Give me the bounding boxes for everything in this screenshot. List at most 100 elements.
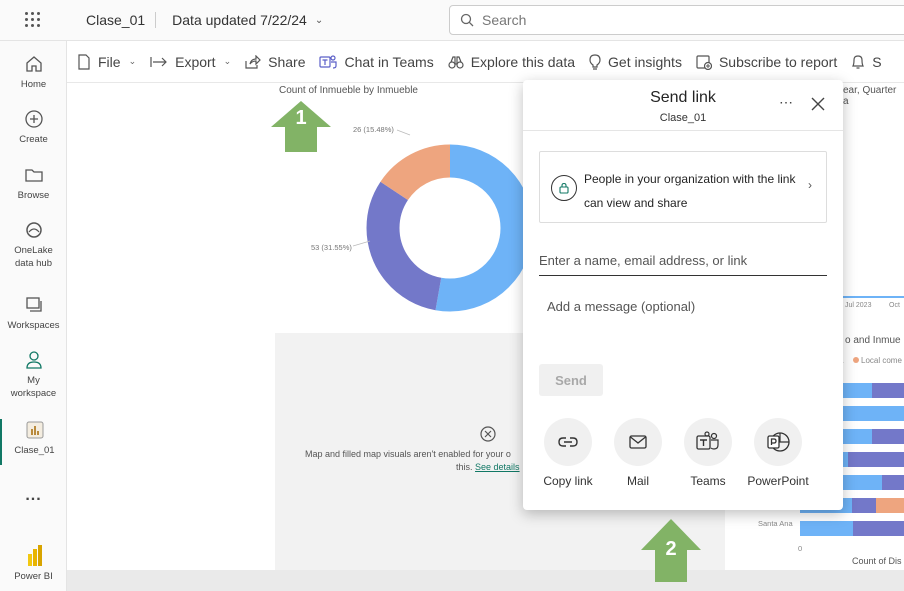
- chat-in-teams-button[interactable]: Chat in Teams: [319, 53, 434, 70]
- data-updated-label: Data updated 7/22/24: [172, 12, 307, 28]
- lock-icon: [551, 175, 577, 201]
- nav-onelake[interactable]: OneLake data hub: [0, 219, 67, 270]
- bar-row-label: Santa Ana: [758, 519, 793, 528]
- top-bar: Clase_01 Data updated 7/22/24 ⌄ Search: [0, 0, 904, 41]
- nav-label-workspaces: Workspaces: [7, 320, 60, 331]
- subscribe-button[interactable]: Subscribe to report: [696, 54, 837, 70]
- bell-icon: [852, 54, 865, 69]
- recipient-input[interactable]: [539, 246, 827, 276]
- legend-dot-orange: [853, 357, 859, 363]
- nav-clase01[interactable]: Clase_01: [0, 419, 67, 465]
- bar-axis-title: Count of Dis: [852, 556, 902, 566]
- mail-icon: [614, 418, 662, 466]
- explore-data-button[interactable]: Explore this data: [448, 54, 575, 70]
- donut-chart[interactable]: [297, 113, 537, 353]
- file-icon: [78, 53, 90, 70]
- report-icon: [24, 419, 46, 441]
- powerpoint-icon: [754, 418, 802, 466]
- nav-more[interactable]: ...: [0, 487, 67, 504]
- line-chart-title: ear, Quarter a: [843, 85, 897, 107]
- powerpoint-option[interactable]: PowerPoint: [738, 418, 818, 488]
- map-message-end: this. See details: [456, 462, 520, 472]
- line-chart-line: [842, 296, 904, 298]
- nav-label-create: Create: [19, 134, 48, 145]
- link-permissions-button[interactable]: People in your organization with the lin…: [539, 151, 827, 223]
- nav-label-clase01: Clase_01: [14, 445, 55, 456]
- file-label: File: [98, 53, 121, 70]
- page-footer: [67, 570, 904, 591]
- map-message-this: this.: [456, 462, 473, 472]
- nav-label-browse: Browse: [17, 190, 50, 201]
- powerpoint-label: PowerPoint: [747, 474, 809, 488]
- folder-icon: [23, 164, 45, 186]
- nav-workspaces[interactable]: Workspaces: [0, 294, 67, 332]
- error-circle-icon: [480, 426, 496, 442]
- chevron-down-icon: ⌄: [223, 56, 232, 66]
- nav-label-my-workspace: My workspace: [10, 375, 57, 399]
- plus-circle-icon: [23, 108, 45, 130]
- nav-label-onelake: OneLake data hub: [14, 245, 53, 269]
- share-label: Share: [268, 53, 306, 70]
- onelake-icon: [23, 219, 45, 241]
- search-box[interactable]: Search: [449, 5, 904, 35]
- share-button[interactable]: Share: [245, 54, 305, 70]
- see-details-link[interactable]: See details: [475, 462, 520, 472]
- send-button[interactable]: Send: [539, 364, 603, 396]
- line-axis-jul: Jul 2023: [845, 302, 872, 309]
- more-icon: ...: [25, 487, 42, 504]
- search-placeholder: Search: [482, 12, 527, 28]
- donut-chart-title: Count of Inmueble by Inmueble: [279, 85, 418, 96]
- mail-option[interactable]: Mail: [598, 418, 678, 488]
- copy-link-option[interactable]: Copy link: [528, 418, 608, 488]
- report-toolbar: File ⌄ Export ⌄ Share Chat in Teams Expl…: [67, 41, 904, 83]
- dialog-title: Send link: [650, 89, 716, 106]
- nav-my-workspace[interactable]: My workspace: [0, 349, 67, 400]
- export-label: Export: [175, 53, 216, 70]
- lightbulb-icon: [589, 53, 601, 70]
- send-link-dialog: Send link Clase_01 ⋯ People in your orga…: [523, 80, 843, 510]
- teams-option[interactable]: Teams: [668, 418, 748, 488]
- waffle-icon: [25, 12, 41, 28]
- chevron-down-icon: ⌄: [128, 56, 137, 66]
- person-icon: [23, 349, 45, 371]
- get-insights-button[interactable]: Get insights: [589, 54, 682, 70]
- permission-description: People in your organization with the lin…: [584, 172, 796, 210]
- explore-data-label: Explore this data: [470, 53, 576, 70]
- chevron-right-icon: ›: [808, 178, 812, 192]
- link-icon: [544, 418, 592, 466]
- file-menu-button[interactable]: File ⌄: [77, 54, 136, 70]
- chat-in-teams-label: Chat in Teams: [344, 53, 434, 70]
- teams-icon: [319, 54, 338, 69]
- legend-item-local: Local come: [861, 356, 902, 365]
- nav-browse[interactable]: Browse: [0, 164, 67, 202]
- binoculars-icon: [448, 55, 464, 69]
- alerts-button[interactable]: S: [851, 54, 882, 70]
- bar-axis-zero: 0: [798, 544, 803, 553]
- donut-label-orange: 26 (15.48%): [353, 125, 394, 134]
- line-axis-oct: Oct: [889, 302, 900, 309]
- callout-number-1: 1: [295, 107, 307, 129]
- app-launcher-button[interactable]: [0, 0, 66, 41]
- home-icon: [23, 53, 45, 75]
- chevron-down-icon: ⌄: [314, 14, 324, 26]
- dialog-subtitle: Clase_01: [659, 112, 707, 124]
- teams-icon: [684, 418, 732, 466]
- left-navigation: Home Create Browse OneLake data hub Work…: [0, 41, 67, 591]
- subscribe-icon: [696, 54, 712, 70]
- subscribe-label: Subscribe to report: [718, 53, 838, 70]
- get-insights-label: Get insights: [608, 53, 682, 70]
- callout-number-2: 2: [665, 538, 677, 560]
- dialog-divider: [523, 130, 843, 131]
- bar-chart-title: o and Inmue: [845, 335, 901, 346]
- report-title[interactable]: Clase_01: [76, 12, 157, 28]
- export-icon: [150, 56, 167, 67]
- nav-powerbi[interactable]: Power BI: [0, 545, 67, 583]
- close-icon[interactable]: [811, 97, 825, 111]
- more-options-icon[interactable]: ⋯: [779, 94, 794, 111]
- export-menu-button[interactable]: Export ⌄: [150, 54, 231, 70]
- nav-home[interactable]: Home: [0, 53, 67, 91]
- data-updated-dropdown[interactable]: Data updated 7/22/24 ⌄: [172, 12, 323, 28]
- search-icon: [460, 13, 474, 27]
- nav-create[interactable]: Create: [0, 108, 67, 146]
- message-input[interactable]: [539, 291, 827, 351]
